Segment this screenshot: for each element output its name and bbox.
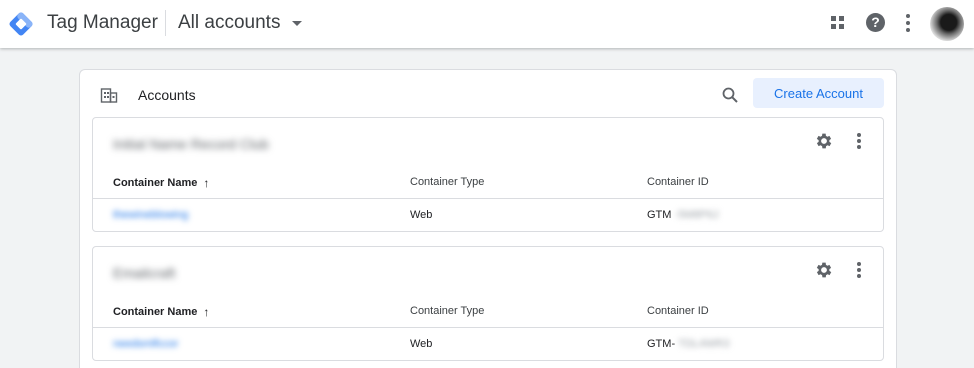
gear-icon[interactable]: [814, 131, 834, 151]
accounts-building-icon: [100, 88, 118, 103]
table-divider: [93, 198, 883, 199]
more-vert-icon[interactable]: [902, 13, 914, 33]
account-card: Emailcraft Container Name ↑ Container Ty…: [92, 246, 884, 361]
column-header-container-id: Container ID: [647, 176, 709, 188]
container-name-link[interactable]: needsmlfccor: [113, 338, 178, 350]
chevron-down-icon: [292, 20, 303, 26]
create-account-button[interactable]: Create Account: [753, 78, 884, 108]
tag-manager-logo-icon[interactable]: [7, 10, 35, 38]
avatar[interactable]: [930, 7, 964, 41]
container-id-cell: GTM -5M8P6J: [647, 209, 719, 221]
column-header-container-type: Container Type: [410, 176, 485, 188]
account-name[interactable]: Initial Name Record Club: [113, 136, 269, 152]
app-title: Tag Manager: [47, 12, 158, 33]
column-header-container-id: Container ID: [647, 305, 709, 317]
container-type-cell: Web: [410, 209, 433, 221]
sort-arrow-up-icon: ↑: [203, 305, 210, 319]
table-divider: [93, 327, 883, 328]
account-picker[interactable]: All accounts: [178, 10, 303, 36]
top-app-bar: Tag Manager All accounts ?: [0, 0, 974, 48]
more-vert-icon[interactable]: [853, 261, 865, 279]
sort-arrow-up-icon: ↑: [203, 176, 210, 190]
account-name[interactable]: Emailcraft: [113, 265, 175, 281]
account-picker-label: All accounts: [178, 12, 281, 33]
accounts-title: Accounts: [138, 87, 196, 103]
search-icon[interactable]: [721, 86, 739, 104]
account-card: Initial Name Record Club Container Name …: [92, 117, 884, 232]
column-header-container-type: Container Type: [410, 305, 485, 317]
title-divider: [165, 10, 166, 36]
help-icon[interactable]: ?: [866, 13, 885, 32]
more-vert-icon[interactable]: [853, 132, 865, 150]
column-header-container-name[interactable]: Container Name ↑: [113, 305, 209, 319]
container-id-cell: GTM- TDL4WR3: [647, 338, 730, 350]
gear-icon[interactable]: [814, 260, 834, 280]
container-name-link[interactable]: thewineblowing: [113, 209, 188, 221]
apps-grid-icon[interactable]: [831, 16, 845, 30]
container-type-cell: Web: [410, 338, 433, 350]
column-header-container-name[interactable]: Container Name ↑: [113, 176, 209, 190]
